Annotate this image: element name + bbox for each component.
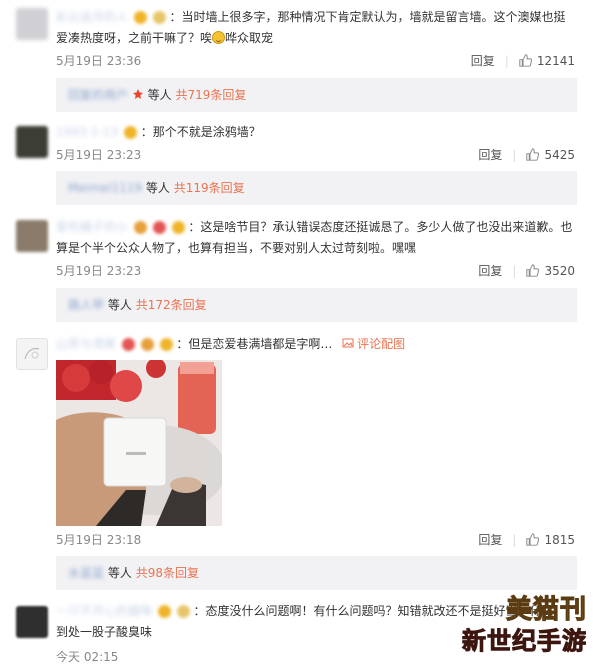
emoji-icon bbox=[176, 605, 190, 618]
reply-thread-bar[interactable]: 水蓝蓝 等人 共98条回复 bbox=[56, 556, 577, 590]
avatar[interactable] bbox=[16, 606, 48, 638]
emoji-icon bbox=[157, 605, 171, 618]
like-count: 1815 bbox=[544, 533, 575, 547]
like-count: 5425 bbox=[544, 148, 575, 162]
emoji-icon bbox=[121, 338, 135, 351]
picture-link-label: 评论配图 bbox=[357, 337, 406, 351]
reply-username[interactable]: Meimei1119 bbox=[68, 171, 142, 205]
reply-count-link[interactable]: 共172条回复 bbox=[136, 298, 207, 312]
like-count: 3520 bbox=[544, 264, 575, 278]
thumb-up-icon bbox=[526, 533, 540, 546]
reply-count-link[interactable]: 共719条回复 bbox=[176, 88, 247, 102]
fire-icon bbox=[132, 89, 143, 99]
photo-illustration bbox=[56, 360, 222, 526]
watermark-logo-text: 美猫刊 bbox=[505, 595, 587, 626]
reply-count-link[interactable]: 共98条回复 bbox=[136, 566, 199, 580]
comment-date: 5月19日 23:18 bbox=[56, 533, 142, 547]
comment-text: 当时墙上很多字，那种情况下肯定默认为，墙就是留言墙。这个澳媒也挺爱凑热度呀，之前… bbox=[56, 10, 566, 45]
emoji-icon bbox=[152, 221, 166, 234]
like-button[interactable]: 5425 bbox=[526, 148, 575, 162]
avatar[interactable] bbox=[16, 8, 48, 40]
emoji-icon bbox=[133, 11, 147, 24]
reply-thread-bar[interactable]: 路人甲 等人 共172条回复 bbox=[56, 288, 577, 322]
comment-text-tail: 哗众取宠 bbox=[225, 31, 274, 45]
username[interactable]: 1993-1-13 bbox=[56, 122, 118, 142]
reply-prefix: 等人 bbox=[107, 298, 132, 312]
like-button[interactable]: 1815 bbox=[526, 533, 575, 547]
reply-prefix: 等人 bbox=[107, 566, 132, 580]
comment-text: 但是恋爱巷满墙都是字啊… bbox=[188, 337, 333, 351]
thumb-up-icon bbox=[526, 148, 540, 161]
reply-button[interactable]: 回复 bbox=[478, 148, 502, 162]
emoji-icon bbox=[133, 221, 147, 234]
reply-username[interactable]: 路人甲 bbox=[68, 288, 104, 322]
like-button[interactable]: 3520 bbox=[526, 264, 575, 278]
emoji-icon bbox=[140, 338, 154, 351]
emoji-icon bbox=[123, 126, 137, 139]
reply-button[interactable]: 回复 bbox=[478, 533, 502, 547]
comment-actions: 回复 | 5425 bbox=[478, 148, 575, 162]
reply-button[interactable]: 回复 bbox=[471, 54, 495, 68]
comment-date: 5月19日 23:23 bbox=[56, 264, 142, 278]
like-button[interactable]: 12141 bbox=[519, 54, 575, 68]
emoji-icon bbox=[152, 11, 166, 24]
thumb-up-icon bbox=[526, 264, 540, 277]
comment-actions: 回复 | 3520 bbox=[478, 264, 575, 278]
comment-photo[interactable] bbox=[56, 360, 222, 526]
username[interactable]: 爱吃橘子的小 bbox=[56, 217, 128, 238]
comment-date: 5月19日 23:36 bbox=[56, 54, 142, 68]
avatar[interactable] bbox=[16, 220, 48, 252]
watermark: 美猫刊 新世纪手游 bbox=[437, 594, 587, 664]
username[interactable]: 一只不开心的猫咪 bbox=[56, 601, 152, 622]
comment-actions: 回复 | 1815 bbox=[478, 533, 575, 547]
comment-actions: 回复 | 12141 bbox=[470, 54, 575, 68]
reply-thread-bar[interactable]: Meimei1119 等人 共119条回复 bbox=[56, 171, 577, 205]
comment-text: 那个不就是涂鸦墙？ bbox=[152, 125, 261, 139]
comment-date: 5月19日 23:23 bbox=[56, 148, 142, 162]
reply-thread-bar[interactable]: 回复的用户 等人 共719条回复 bbox=[56, 78, 577, 112]
picture-link[interactable]: 评论配图 bbox=[342, 337, 405, 351]
reply-button[interactable]: 回复 bbox=[478, 264, 502, 278]
reply-username[interactable]: 水蓝蓝 bbox=[68, 556, 104, 590]
emoji-icon bbox=[159, 338, 173, 351]
comment-date: 今天 02:15 bbox=[56, 650, 119, 664]
picture-icon bbox=[342, 338, 354, 348]
avatar-sketch-icon bbox=[24, 347, 40, 360]
like-count: 12141 bbox=[536, 54, 575, 68]
emoji-icon bbox=[171, 221, 185, 234]
username[interactable]: 彩云追月的人 bbox=[56, 7, 128, 28]
smile-emoji-icon bbox=[212, 31, 226, 44]
reply-prefix: 等人 bbox=[145, 181, 170, 195]
avatar[interactable] bbox=[16, 338, 48, 370]
reply-count-link[interactable]: 共119条回复 bbox=[174, 181, 245, 195]
reply-prefix: 等人 bbox=[147, 88, 172, 102]
thumb-up-icon bbox=[519, 54, 532, 67]
username[interactable]: 山茶与鸢尾 bbox=[56, 334, 116, 354]
avatar[interactable] bbox=[16, 126, 48, 158]
reply-username[interactable]: 回复的用户 bbox=[68, 78, 128, 112]
watermark-site-text: 新世纪手游 bbox=[462, 627, 587, 656]
